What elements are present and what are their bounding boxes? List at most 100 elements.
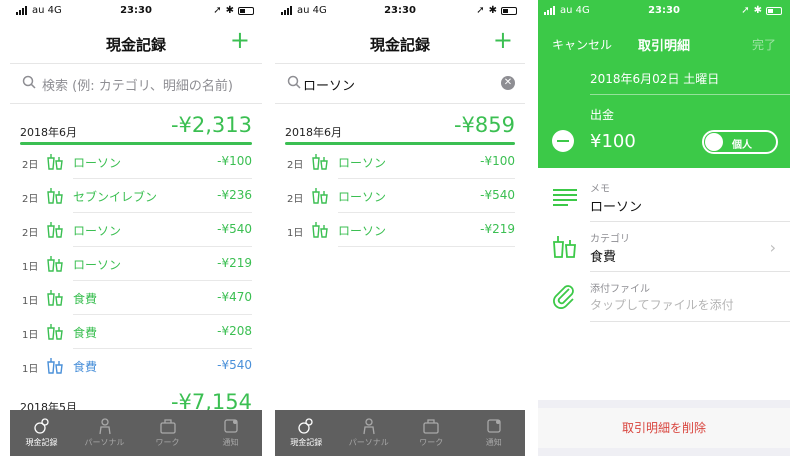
- row-name: ローソン: [73, 156, 122, 170]
- attachment-placeholder[interactable]: タップしてファイルを添付: [590, 296, 734, 313]
- battery-icon: [238, 6, 254, 15]
- tab-label: 現金記録: [290, 438, 323, 447]
- clear-icon[interactable]: ✕: [501, 76, 515, 90]
- tab-notification[interactable]: 通知: [199, 410, 262, 456]
- row-name: ローソン: [73, 224, 122, 238]
- tab-cash-record[interactable]: 現金記録: [10, 410, 73, 456]
- plus-icon[interactable]: +: [493, 28, 513, 52]
- category-field[interactable]: カテゴリ 食費 ›: [538, 222, 790, 272]
- transaction-type: 出金: [590, 108, 615, 122]
- search-input[interactable]: ローソン: [303, 75, 355, 94]
- person-icon: [363, 418, 375, 435]
- row-amount: -¥540: [217, 358, 252, 372]
- search-icon: [22, 75, 36, 89]
- food-cups-icon: [312, 222, 328, 238]
- month-header: 2018年6月 -¥859: [275, 111, 525, 145]
- tab-label: パーソナル: [348, 438, 389, 447]
- search-placeholder[interactable]: 検索 (例: カテゴリ、明細の名前): [42, 75, 233, 94]
- transaction-row[interactable]: 1日 ローソン -¥219: [10, 247, 262, 281]
- coins-icon: [33, 418, 49, 434]
- person-icon: [98, 418, 111, 435]
- transaction-row[interactable]: 2日 ローソン -¥540: [275, 179, 525, 213]
- delete-transaction-button[interactable]: 取引明細を削除: [538, 408, 790, 448]
- location-icon: ➚: [476, 5, 485, 16]
- personal-toggle[interactable]: 個人: [702, 130, 778, 154]
- toggle-label: 個人: [732, 140, 752, 151]
- briefcase-icon: [159, 419, 176, 434]
- tab-label: ワーク: [419, 438, 444, 447]
- food-cups-icon: [553, 236, 576, 258]
- transaction-row[interactable]: 2日 ローソン -¥540: [10, 213, 262, 247]
- bluetooth-icon: ✱: [488, 5, 497, 16]
- tab-label: ワーク: [155, 438, 180, 447]
- memo-value[interactable]: ローソン: [590, 196, 642, 215]
- transaction-row[interactable]: 2日 セブンイレブン -¥236: [10, 179, 262, 213]
- row-name: セブンイレブン: [73, 190, 158, 204]
- tab-label: 通知: [485, 438, 502, 447]
- amount-field[interactable]: ¥100: [590, 131, 636, 152]
- row-amount: -¥236: [217, 188, 252, 202]
- row-day: 1日: [22, 364, 39, 375]
- row-name: ローソン: [338, 156, 387, 170]
- row-name: ローソン: [73, 258, 122, 272]
- notification-icon: [487, 419, 501, 433]
- transaction-row[interactable]: 2日 ローソン -¥100: [10, 145, 262, 179]
- plus-icon[interactable]: +: [230, 28, 250, 52]
- transaction-row[interactable]: 1日 ローソン -¥219: [275, 213, 525, 247]
- battery-icon: [766, 6, 782, 15]
- food-cups-icon: [312, 188, 328, 204]
- location-icon: ➚: [213, 5, 222, 16]
- paperclip-icon: [553, 285, 574, 309]
- notification-icon: [223, 419, 238, 433]
- row-day: 1日: [22, 330, 39, 341]
- chevron-right-icon: ›: [769, 238, 776, 257]
- cash-record-search-screen: au 4G 23:30 ➚ ✱ 現金記録 + ローソン ✕ 2018年6月 -¥8…: [275, 0, 525, 466]
- tab-notification[interactable]: 通知: [463, 410, 526, 456]
- memo-label: メモ: [590, 184, 610, 195]
- minus-icon[interactable]: [552, 130, 574, 152]
- tab-bar: 現金記録 パーソナル ワーク 通知: [275, 410, 525, 456]
- tab-personal[interactable]: パーソナル: [73, 410, 136, 456]
- row-amount: -¥100: [217, 154, 252, 168]
- attachment-field[interactable]: 添付ファイル タップしてファイルを添付: [538, 272, 790, 322]
- category-label: カテゴリ: [590, 234, 630, 245]
- transaction-row[interactable]: 1日 食費 -¥540: [10, 349, 262, 383]
- transaction-row[interactable]: 2日 ローソン -¥100: [275, 145, 525, 179]
- row-amount: -¥219: [480, 222, 515, 236]
- battery-icon: [501, 6, 517, 15]
- tab-label: 現金記録: [25, 438, 58, 447]
- month-total: -¥2,313: [170, 113, 252, 137]
- food-cups-icon: [47, 154, 63, 170]
- tab-work[interactable]: ワーク: [136, 410, 199, 456]
- food-cups-icon: [47, 290, 63, 306]
- row-amount: -¥219: [217, 256, 252, 270]
- transaction-detail-screen: au 4G 23:30 ➚ ✱ キャンセル 取引明細 完了 2018年6月02日 …: [538, 0, 790, 466]
- status-bar: au 4G 23:30 ➚ ✱: [10, 0, 262, 22]
- row-amount: -¥540: [217, 222, 252, 236]
- row-amount: -¥100: [480, 154, 515, 168]
- food-cups-icon: [47, 358, 63, 374]
- transaction-row[interactable]: 1日 食費 -¥208: [10, 315, 262, 349]
- tab-personal[interactable]: パーソナル: [338, 410, 401, 456]
- row-day: 2日: [287, 194, 304, 205]
- transaction-row[interactable]: 1日 食費 -¥470: [10, 281, 262, 315]
- location-icon: ➚: [741, 5, 750, 16]
- row-amount: -¥540: [480, 188, 515, 202]
- row-amount: -¥470: [217, 290, 252, 304]
- tab-work[interactable]: ワーク: [400, 410, 463, 456]
- bluetooth-icon: ✱: [753, 5, 762, 16]
- nav-bar: キャンセル 取引明細 完了: [538, 22, 790, 64]
- month-label: 2018年6月: [285, 126, 342, 139]
- food-cups-icon: [47, 188, 63, 204]
- food-cups-icon: [47, 324, 63, 340]
- memo-field[interactable]: メモ ローソン: [538, 172, 790, 222]
- search-bar[interactable]: ローソン ✕: [275, 64, 525, 104]
- search-bar[interactable]: 検索 (例: カテゴリ、明細の名前): [10, 64, 262, 104]
- tab-label: パーソナル: [84, 438, 125, 447]
- attachment-label: 添付ファイル: [590, 284, 650, 295]
- done-button[interactable]: 完了: [752, 36, 776, 53]
- transaction-date[interactable]: 2018年6月02日 土曜日: [590, 70, 719, 87]
- bluetooth-icon: ✱: [225, 5, 234, 16]
- nav-bar: 現金記録 +: [10, 22, 262, 64]
- tab-cash-record[interactable]: 現金記録: [275, 410, 338, 456]
